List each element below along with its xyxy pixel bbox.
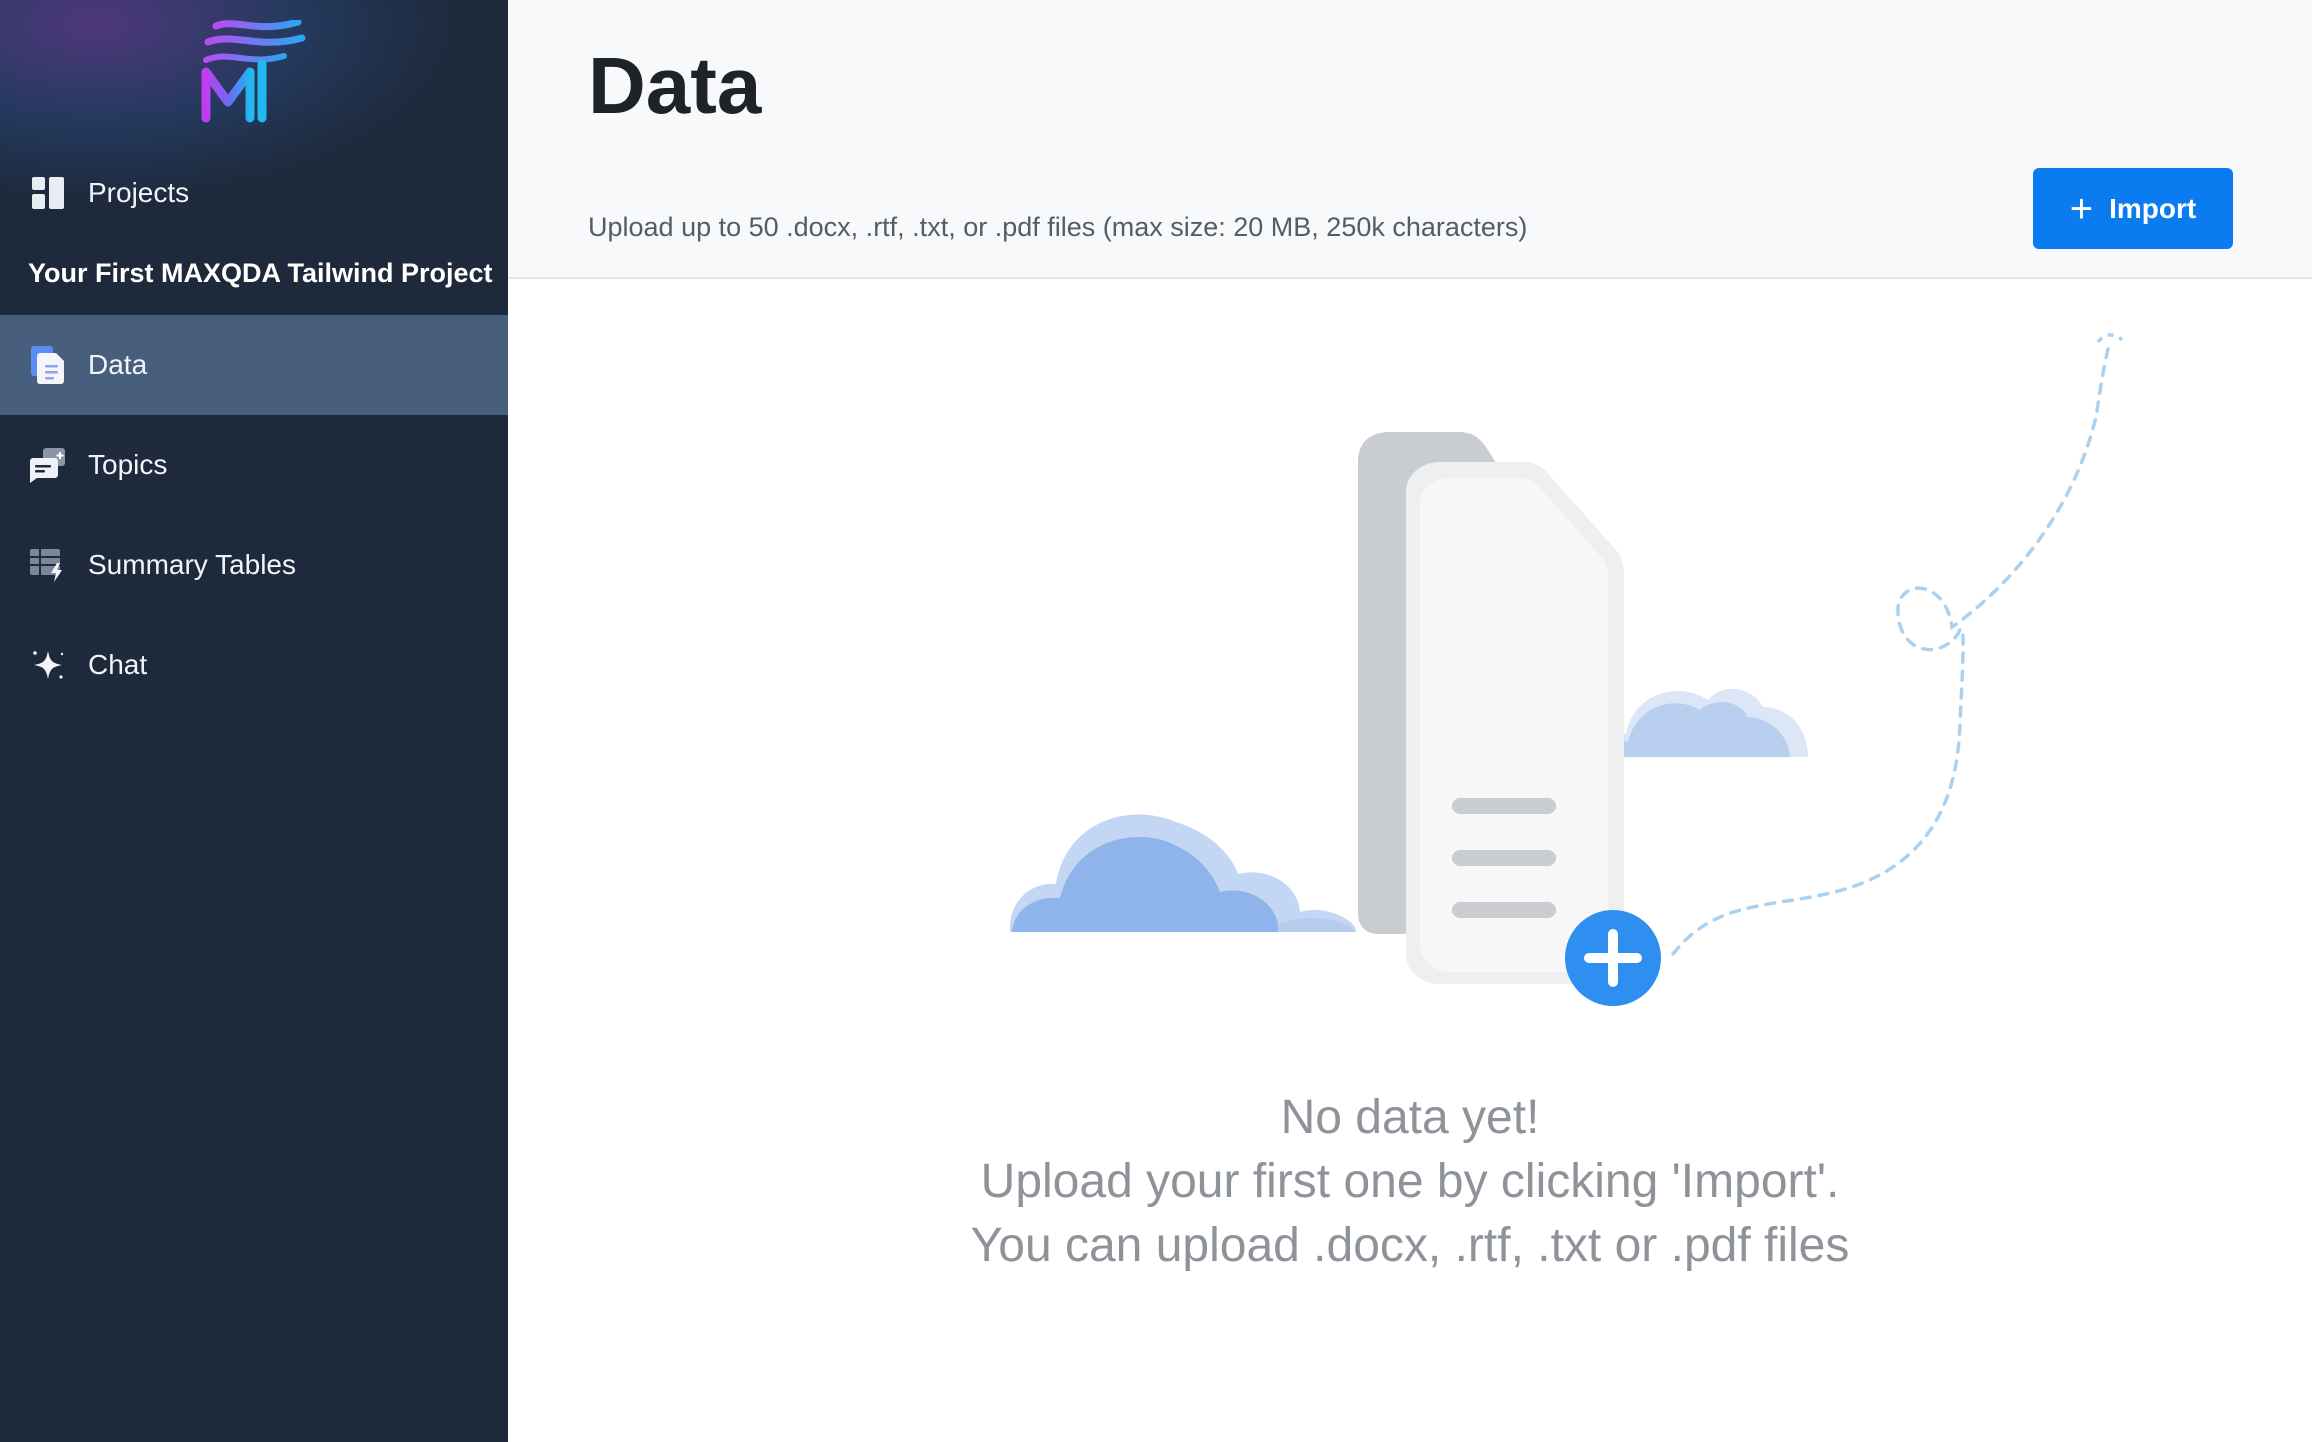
plus-badge-icon [1565,910,1661,1006]
upload-hint: Upload up to 50 .docx, .rtf, .txt, or .p… [588,212,1528,242]
sidebar-item-data[interactable]: Data [0,315,508,415]
comment-icon [28,445,68,485]
sidebar-item-label: Chat [88,649,148,680]
trail-arrow [2096,333,2124,344]
import-button[interactable]: + Import [2033,168,2233,249]
sidebar-item-label: Topics [88,449,168,480]
main-content: Data Upload up to 50 .docx, .rtf, .txt, … [508,0,2312,1442]
maxqda-tailwind-logo[interactable] [198,20,306,124]
empty-state-message: No data yet! Upload your first one by cl… [508,1086,2312,1278]
dashed-trail [1671,340,2112,956]
project-title: Your First MAXQDA Tailwind Project [28,258,493,288]
empty-state-line-3: You can upload .docx, .rtf, .txt or .pdf… [970,1219,1850,1272]
empty-state-line-2: Upload your first one by clicking 'Impor… [980,1155,1840,1208]
plus-icon: + [2069,186,2094,231]
sidebar-item-label: Projects [88,177,190,208]
sidebar-item-chat[interactable]: Chat [0,615,508,715]
sidebar-item-label: Data [88,349,148,380]
empty-state-line-1: No data yet! [1280,1091,1540,1144]
sparkle-icon [28,645,68,685]
dashboard-icon [28,173,68,213]
sidebar-item-projects[interactable]: Projects [0,143,508,243]
front-document [1406,462,1624,984]
sidebar: Projects Your First MAXQDA Tailwind Proj… [0,0,508,1442]
cloud-left [1009,814,1357,932]
sidebar-item-summary-tables[interactable]: Summary Tables [0,515,508,615]
empty-state-illustration [1009,333,2124,1006]
page-header: Data Upload up to 50 .docx, .rtf, .txt, … [508,0,2312,279]
sidebar-item-topics[interactable]: Topics [0,415,508,515]
page-title: Data [588,41,762,130]
table-icon [28,545,68,585]
document-icon [28,345,68,385]
import-button-label: Import [2109,192,2197,224]
sidebar-item-label: Summary Tables [88,549,297,580]
